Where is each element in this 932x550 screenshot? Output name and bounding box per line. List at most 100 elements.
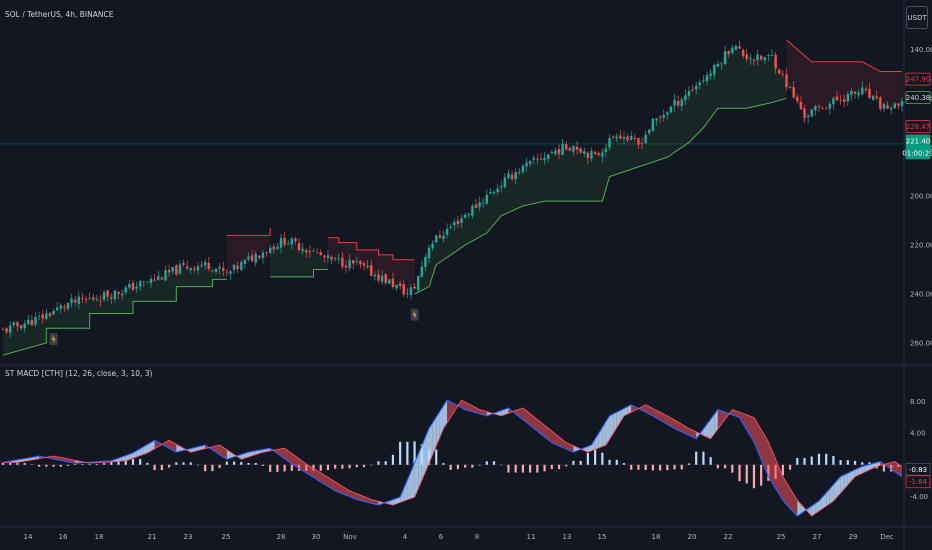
candle-body: [373, 274, 377, 277]
macd-histogram-bar: [723, 464, 727, 469]
macd-histogram-bar: [745, 464, 748, 484]
candle-body: [19, 325, 23, 329]
candle-body: [640, 143, 644, 144]
candle-body: [561, 143, 564, 155]
candle-body: [835, 96, 839, 101]
candle-body: [445, 229, 449, 235]
candle-body: [702, 80, 705, 82]
candle-body: [135, 286, 138, 289]
time-axis-label: 20: [688, 533, 697, 541]
candle-body: [767, 55, 770, 56]
macd-histogram-bar: [38, 464, 41, 467]
candle-body: [662, 115, 665, 118]
candle-body: [435, 235, 438, 243]
candle-body: [45, 313, 48, 319]
macd-histogram-bar: [52, 464, 55, 467]
macd-histogram-bar: [478, 464, 481, 466]
candle-body: [297, 242, 301, 251]
time-axis-label: 4: [403, 533, 408, 541]
candle-body: [88, 297, 91, 299]
candle-body: [864, 88, 868, 90]
candle-body: [759, 55, 763, 60]
price-tick-label: 200.00: [910, 193, 932, 201]
candle-body: [500, 186, 503, 188]
chart-canvas[interactable]: 260.00240.00220.00200.00180.00160.00140.…: [0, 0, 932, 550]
price-tick-label: 220.00: [910, 242, 932, 250]
candle-body: [333, 257, 337, 259]
time-axis-label: 28: [277, 533, 286, 541]
candle-body: [507, 173, 510, 179]
time-axis-label: 29: [849, 533, 858, 541]
candle-body: [456, 220, 460, 225]
candle-body: [489, 192, 492, 194]
candle-body: [131, 282, 135, 290]
macd-histogram-bar: [579, 460, 582, 465]
candle-body: [55, 307, 59, 311]
candle-body: [843, 99, 846, 102]
macd-histogram-bar: [276, 464, 279, 472]
macd-histogram-bar: [810, 456, 813, 465]
supertrend-fill-4: [414, 44, 787, 294]
candle-body: [810, 109, 813, 117]
macd-histogram-bar: [341, 464, 344, 469]
candle-body: [178, 264, 182, 274]
candle-body: [240, 262, 243, 271]
candle-body: [882, 103, 886, 109]
candle-body: [261, 252, 265, 259]
candle-body: [279, 238, 283, 248]
candle-body: [496, 188, 499, 192]
macd-histogram-bar: [839, 460, 842, 465]
macd-histogram-bar: [269, 464, 272, 472]
candle-body: [225, 271, 229, 273]
candle-body: [824, 108, 828, 110]
candle-body: [142, 281, 146, 282]
macd-histogram-bar: [160, 464, 163, 471]
candle-body: [287, 243, 290, 245]
candle-body: [12, 322, 16, 326]
candle-body: [74, 299, 77, 303]
macd-tick-label: 8.00: [910, 398, 926, 406]
candle-body: [359, 260, 362, 265]
candle-body: [117, 292, 120, 294]
candle-body: [196, 266, 200, 271]
candle-body: [203, 261, 207, 266]
candle-body: [207, 262, 210, 269]
candle-body: [492, 192, 496, 194]
candle-body: [113, 290, 117, 300]
macd-histogram-bar: [521, 464, 525, 473]
candle-body: [814, 105, 817, 111]
candle-body: [283, 237, 286, 245]
candle-body: [803, 108, 806, 119]
macd-histogram-bar: [182, 462, 185, 465]
candle-body: [785, 74, 788, 88]
macd-histogram-bar: [167, 464, 171, 468]
macd-histogram-bar: [557, 464, 561, 470]
candle-body: [59, 305, 62, 309]
candle-body: [593, 152, 597, 154]
candle-body: [37, 315, 41, 317]
candle-body: [695, 86, 698, 90]
candle-body: [503, 177, 507, 188]
candle-body: [52, 311, 55, 315]
macd-histogram-bar: [175, 462, 178, 465]
candle-body: [308, 250, 312, 253]
macd-histogram-bar: [290, 464, 293, 471]
candle-body: [315, 252, 319, 253]
macd-band-segment: [429, 422, 433, 464]
candle-body: [323, 255, 326, 258]
macd-histogram-bar: [95, 464, 98, 465]
candle-body: [417, 276, 420, 290]
candle-body: [92, 297, 95, 300]
candle-body: [601, 152, 604, 157]
candle-body: [124, 287, 127, 293]
macd-histogram-bar: [232, 461, 236, 465]
macd-histogram-bar: [81, 464, 84, 465]
candle-body: [788, 86, 792, 88]
candle-body: [330, 256, 333, 260]
candle-body: [745, 54, 748, 59]
macd-histogram-bar: [23, 463, 26, 465]
supertrend-fill-0: [3, 264, 227, 356]
candle-body: [597, 153, 600, 155]
candle-body: [211, 270, 214, 272]
candle-body: [644, 134, 647, 144]
